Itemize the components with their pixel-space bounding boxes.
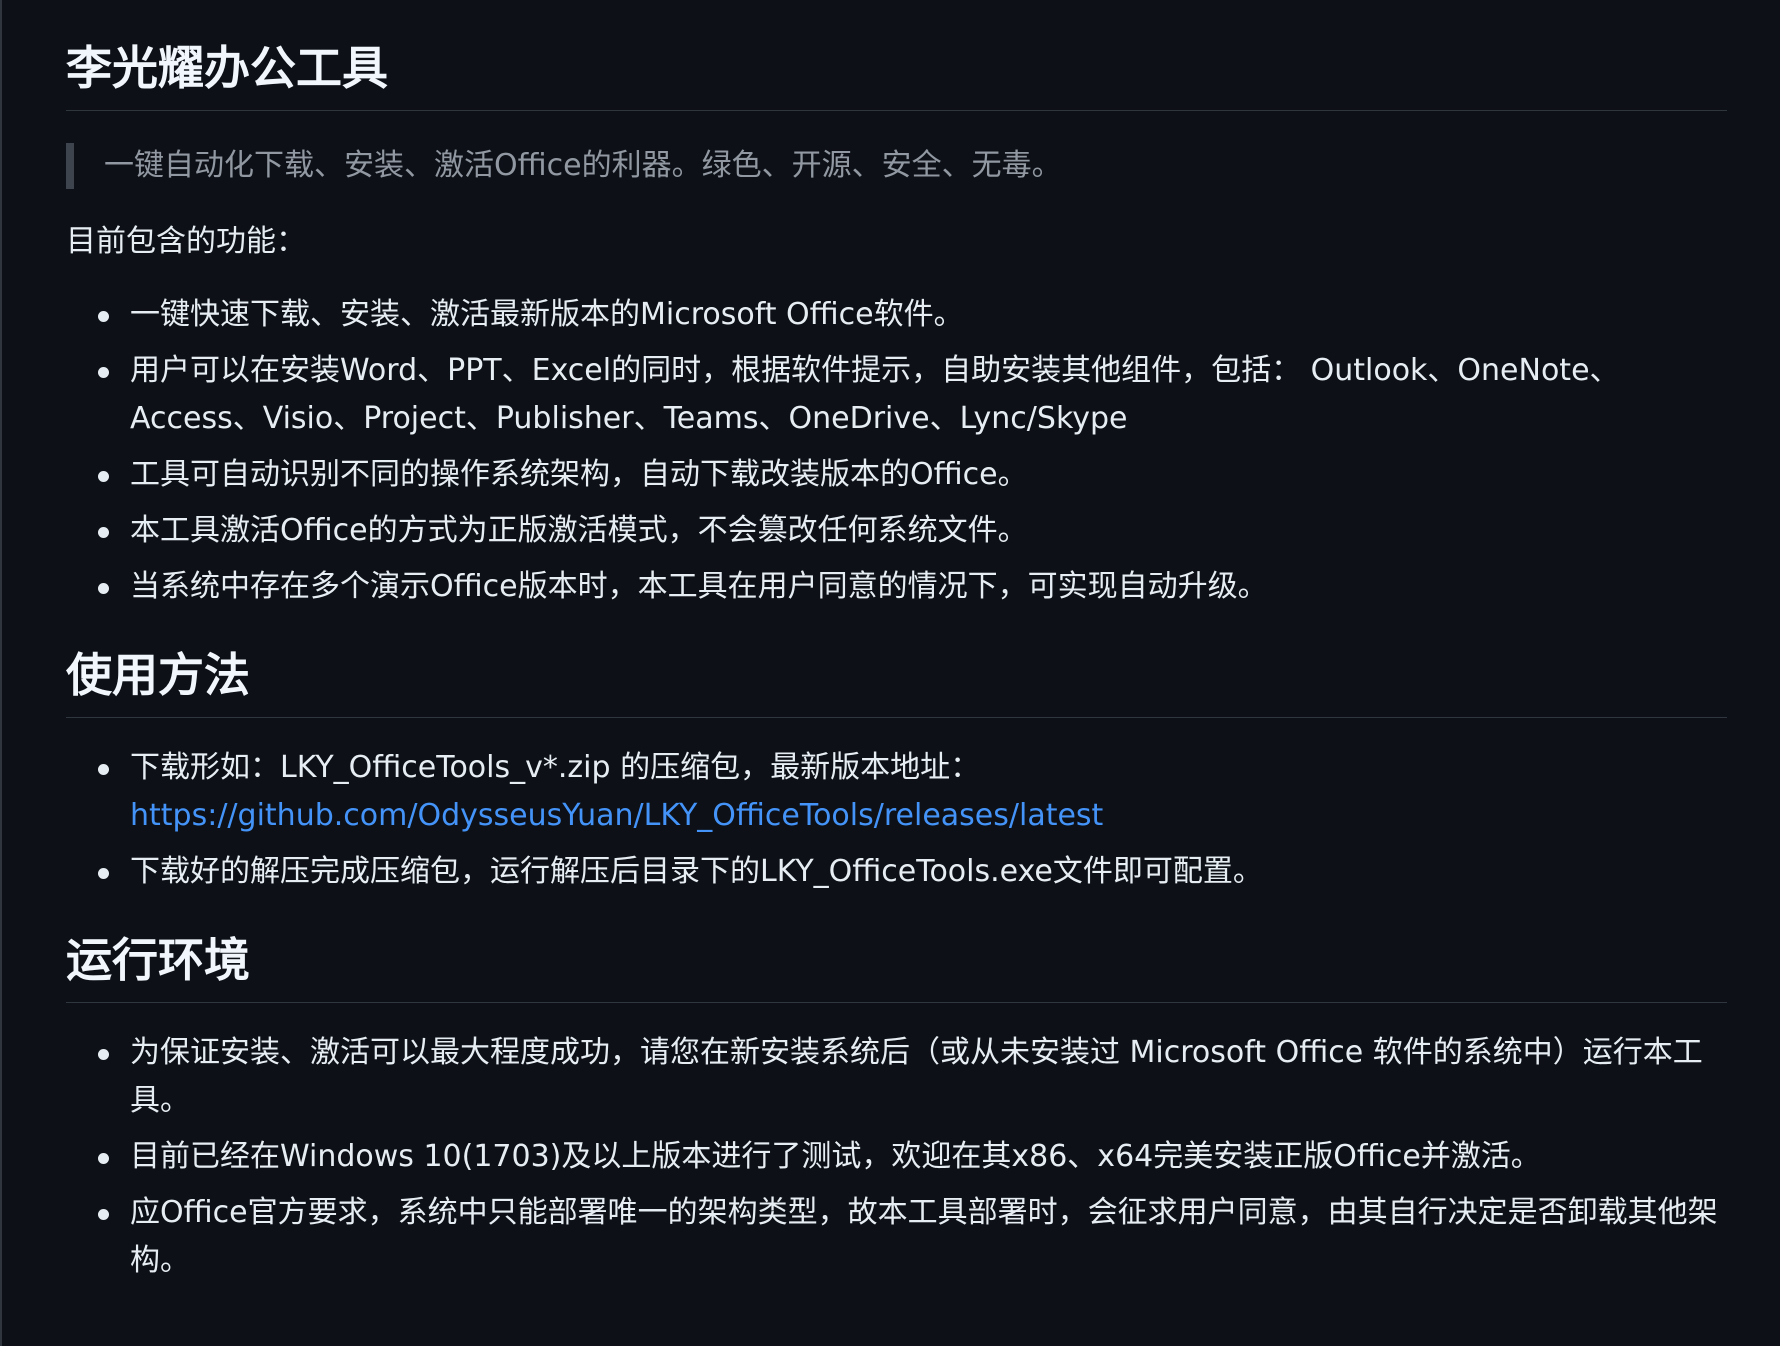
panel-left-border bbox=[0, 0, 2, 1346]
download-instruction-text: 下载形如：LKY_OfficeTools_v*.zip 的压缩包，最新版本地址： bbox=[130, 750, 981, 785]
bullet-icon bbox=[98, 1153, 109, 1164]
bullet-icon bbox=[98, 764, 109, 775]
list-item-text: 工具可自动识别不同的操作系统架构，自动下载改装版本的Office。 bbox=[130, 457, 1028, 492]
list-item: 目前已经在Windows 10(1703)及以上版本进行了测试，欢迎在其x86、… bbox=[66, 1133, 1727, 1181]
environment-list: 为保证安装、激活可以最大程度成功，请您在新安装系统后（或从未安装过 Micros… bbox=[66, 1029, 1727, 1285]
bullet-icon bbox=[98, 1209, 109, 1220]
list-item: 工具可自动识别不同的操作系统架构，自动下载改装版本的Office。 bbox=[66, 451, 1727, 499]
bullet-icon bbox=[98, 1049, 109, 1060]
list-item: 一键快速下载、安装、激活最新版本的Microsoft Office软件。 bbox=[66, 291, 1727, 339]
usage-list: 下载形如：LKY_OfficeTools_v*.zip 的压缩包，最新版本地址：… bbox=[66, 744, 1727, 896]
bullet-icon bbox=[98, 583, 109, 594]
list-item: 为保证安装、激活可以最大程度成功，请您在新安装系统后（或从未安装过 Micros… bbox=[66, 1029, 1727, 1125]
list-item-text: 应Office官方要求，系统中只能部署唯一的架构类型，故本工具部署时，会征求用户… bbox=[130, 1195, 1718, 1278]
list-item: 下载好的解压完成压缩包，运行解压后目录下的LKY_OfficeTools.exe… bbox=[66, 848, 1727, 896]
run-instruction-text: 下载好的解压完成压缩包，运行解压后目录下的LKY_OfficeTools.exe… bbox=[130, 854, 1263, 889]
readme-article: 李光耀办公工具 一键自动化下载、安装、激活Office的利器。绿色、开源、安全、… bbox=[66, 0, 1727, 1293]
environment-heading: 运行环境 bbox=[66, 932, 1727, 1003]
list-item: 用户可以在安装Word、PPT、Excel的同时，根据软件提示，自助安装其他组件… bbox=[66, 347, 1727, 443]
list-item: 本工具激活Office的方式为正版激活模式，不会篡改任何系统文件。 bbox=[66, 507, 1727, 555]
list-item-text: 用户可以在安装Word、PPT、Excel的同时，根据软件提示，自助安装其他组件… bbox=[130, 353, 1620, 436]
bullet-icon bbox=[98, 311, 109, 322]
bullet-icon bbox=[98, 367, 109, 378]
tagline-text: 一键自动化下载、安装、激活Office的利器。绿色、开源、安全、无毒。 bbox=[104, 148, 1062, 183]
bullet-icon bbox=[98, 868, 109, 879]
page-title: 李光耀办公工具 bbox=[66, 0, 1727, 111]
list-item: 应Office官方要求，系统中只能部署唯一的架构类型，故本工具部署时，会征求用户… bbox=[66, 1189, 1727, 1285]
list-item: 当系统中存在多个演示Office版本时，本工具在用户同意的情况下，可实现自动升级… bbox=[66, 563, 1727, 611]
bullet-icon bbox=[98, 471, 109, 482]
bullet-icon bbox=[98, 527, 109, 538]
list-item-text: 目前已经在Windows 10(1703)及以上版本进行了测试，欢迎在其x86、… bbox=[130, 1139, 1541, 1174]
usage-heading: 使用方法 bbox=[66, 647, 1727, 718]
list-item-text: 为保证安装、激活可以最大程度成功，请您在新安装系统后（或从未安装过 Micros… bbox=[130, 1035, 1703, 1118]
list-item-text: 一键快速下载、安装、激活最新版本的Microsoft Office软件。 bbox=[130, 297, 964, 332]
list-item: 下载形如：LKY_OfficeTools_v*.zip 的压缩包，最新版本地址：… bbox=[66, 744, 1727, 840]
list-item-text: 本工具激活Office的方式为正版激活模式，不会篡改任何系统文件。 bbox=[130, 513, 1028, 548]
tagline-blockquote: 一键自动化下载、安装、激活Office的利器。绿色、开源、安全、无毒。 bbox=[66, 143, 1727, 189]
latest-release-link[interactable]: https://github.com/OdysseusYuan/LKY_Offi… bbox=[130, 798, 1103, 833]
list-item-text: 当系统中存在多个演示Office版本时，本工具在用户同意的情况下，可实现自动升级… bbox=[130, 569, 1268, 604]
features-list: 一键快速下载、安装、激活最新版本的Microsoft Office软件。 用户可… bbox=[66, 291, 1727, 611]
features-intro: 目前包含的功能： bbox=[66, 224, 306, 259]
